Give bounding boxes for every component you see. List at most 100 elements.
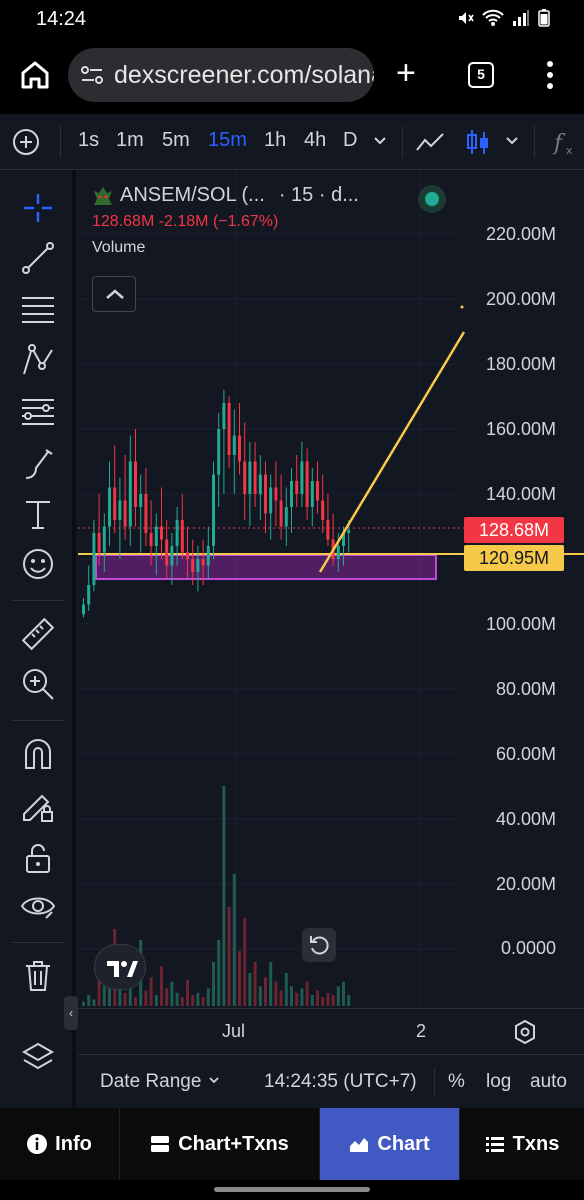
home-icon[interactable] [18, 58, 52, 92]
candle-body [186, 552, 189, 559]
list-icon [485, 1137, 504, 1152]
volume-bar [274, 981, 278, 1006]
nav-txns-tab[interactable]: Txns [460, 1108, 584, 1180]
time-axis-label: Jul [222, 1021, 246, 1041]
date-range-button[interactable]: Date Range [100, 1071, 221, 1093]
volume-bar [347, 995, 351, 1006]
candle-body [238, 435, 241, 462]
interval-4h[interactable]: 4h [304, 129, 326, 152]
candle-body [196, 559, 200, 572]
volume-bar [269, 962, 273, 1006]
interval-1m[interactable]: 1m [116, 129, 144, 152]
auto-scale-toggle[interactable]: auto [530, 1071, 567, 1093]
indicators-icon[interactable]: fx [550, 126, 582, 158]
add-symbol-icon[interactable] [12, 128, 40, 156]
volume-bar [227, 907, 231, 1006]
candle-body [97, 533, 101, 553]
text-tool-icon[interactable] [20, 496, 56, 532]
log-scale-toggle[interactable]: log [486, 1071, 511, 1093]
candle-body [217, 429, 221, 475]
chevron-down-icon [209, 1077, 219, 1084]
signal-icon [513, 10, 529, 26]
mute-icon [459, 12, 474, 24]
interval-15m[interactable]: 15m [208, 129, 247, 152]
symbol-name[interactable]: ANSEM/SOL (... [120, 184, 265, 207]
crosshair-icon[interactable] [20, 190, 56, 226]
line-chart-icon[interactable] [414, 126, 446, 158]
home-indicator[interactable] [214, 1187, 370, 1192]
candle-body [92, 533, 96, 585]
collapse-toolbar-button[interactable]: ‹ [64, 996, 78, 1030]
date-range-label: Date Range [100, 1071, 202, 1092]
interval-5m[interactable]: 5m [162, 129, 190, 152]
site-settings-icon[interactable] [80, 64, 104, 86]
split-view-icon [151, 1136, 170, 1152]
timezone-clock[interactable]: 14:24:35 (UTC+7) [264, 1071, 417, 1093]
nav-info-tab[interactable]: Info [0, 1108, 120, 1180]
zoom-in-icon[interactable] [20, 666, 56, 702]
volume-bar [248, 973, 252, 1006]
volume-bar [191, 995, 195, 1006]
volume-bar [222, 786, 226, 1006]
eye-icon[interactable] [20, 888, 56, 924]
magnet-icon[interactable] [20, 736, 56, 772]
unlock-icon[interactable] [20, 840, 56, 876]
volume-bar [134, 997, 137, 1006]
interval-1h[interactable]: 1h [264, 129, 286, 152]
volume-bar [284, 973, 288, 1006]
time-axis[interactable]: Jul 2 [78, 1008, 584, 1054]
tradingview-logo-icon [107, 961, 138, 977]
candlestick-icon[interactable] [462, 126, 494, 158]
candle-body [300, 461, 304, 494]
bottom-nav: Info Chart+Txns Chart Txns [0, 1108, 584, 1180]
candle-body [170, 546, 174, 566]
price-axis-label: 180.00M [485, 354, 556, 374]
more-menu-icon[interactable] [540, 58, 560, 92]
volume-bar [316, 990, 319, 1006]
candle-body [102, 526, 106, 553]
volume-bar [217, 940, 221, 1006]
interval-d[interactable]: D [343, 129, 357, 152]
nav-chart-tab[interactable]: Chart [320, 1108, 460, 1180]
candle-body [274, 487, 278, 501]
candle-body [206, 546, 210, 566]
horizontal-line-price-tag: 120.95M [464, 545, 564, 571]
fib-retracement-icon[interactable] [20, 394, 56, 430]
percent-scale-toggle[interactable]: % [448, 1071, 465, 1093]
chart-settings-icon[interactable] [512, 1019, 538, 1045]
candle-body [165, 539, 169, 566]
legend-collapse-button[interactable] [92, 276, 136, 312]
layers-icon[interactable] [20, 1040, 56, 1076]
info-icon [27, 1134, 48, 1154]
ruler-icon[interactable] [20, 616, 56, 652]
candle-body [212, 474, 215, 546]
volume-bar [180, 997, 184, 1006]
new-tab-button[interactable]: + [396, 56, 416, 90]
reset-chart-button[interactable] [302, 928, 336, 962]
lock-drawing-icon[interactable] [20, 788, 56, 824]
chevron-down-icon[interactable] [372, 132, 388, 148]
pattern-icon[interactable] [20, 342, 56, 378]
volume-bar [160, 966, 163, 1006]
tradingview-logo[interactable] [94, 944, 146, 990]
brush-icon[interactable] [20, 446, 56, 482]
volume-bar [92, 999, 96, 1006]
nav-chart-txns-tab[interactable]: Chart+Txns [120, 1108, 320, 1180]
chevron-down-icon[interactable] [504, 132, 520, 148]
address-bar[interactable]: dexscreener.com/solana [68, 48, 374, 102]
tab-switcher-button[interactable]: 5 [468, 62, 494, 88]
candle-body [175, 520, 179, 546]
interval-1s[interactable]: 1s [78, 129, 99, 152]
price-axis-label: 100.00M [485, 614, 556, 634]
candle-body [191, 559, 195, 572]
app-screen: 14:24 dexscreener.com/solana + 5 1s 1m 5… [0, 0, 584, 1200]
trash-icon[interactable] [20, 958, 56, 994]
candle-body [108, 487, 111, 527]
legend-header: ANSEM/SOL (... · 15 · d... [92, 184, 462, 213]
horizontal-lines-icon[interactable] [20, 290, 56, 326]
trend-line-icon[interactable] [20, 240, 56, 276]
candle-body [113, 487, 117, 520]
emoji-icon[interactable] [20, 546, 56, 582]
volume-bar [290, 986, 293, 1006]
candle-body [258, 474, 262, 494]
